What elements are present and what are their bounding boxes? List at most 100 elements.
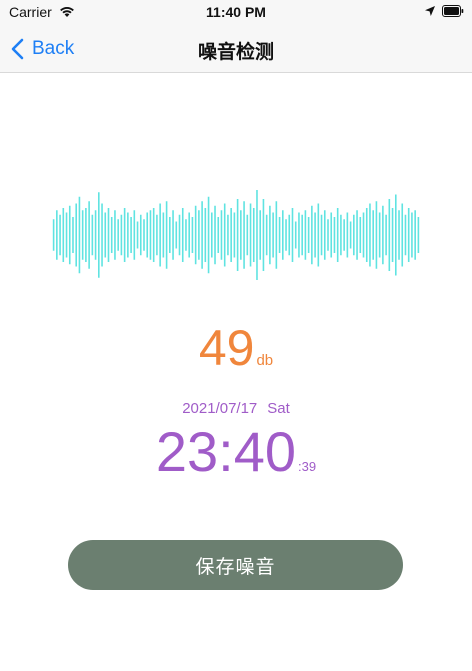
waveform-bar bbox=[249, 203, 252, 267]
waveform-bar bbox=[204, 208, 207, 262]
waveform-bar bbox=[172, 210, 174, 260]
waveform-bar bbox=[78, 196, 81, 274]
waveform-bar bbox=[301, 214, 303, 256]
waveform-bar bbox=[362, 212, 365, 258]
waveform-bar bbox=[407, 208, 410, 262]
battery-icon bbox=[442, 5, 464, 17]
waveform-bar bbox=[127, 212, 129, 258]
waveform-bar bbox=[136, 221, 139, 249]
waveform-bar bbox=[404, 214, 407, 256]
waveform-bar bbox=[162, 212, 165, 258]
waveform-bar bbox=[130, 217, 132, 253]
waveform-bar bbox=[246, 214, 249, 256]
waveform-bar bbox=[343, 219, 345, 251]
noise-unit: db bbox=[256, 352, 274, 369]
weekday-text: Sat bbox=[267, 400, 290, 417]
waveform-bar bbox=[101, 203, 103, 267]
waveform-bar bbox=[272, 212, 274, 258]
waveform-bar bbox=[165, 201, 168, 269]
waveform-bar bbox=[149, 210, 152, 260]
date-readout: 2021/07/17 Sat bbox=[0, 400, 472, 417]
waveform-bar bbox=[401, 203, 404, 267]
waveform-bar bbox=[298, 212, 300, 258]
waveform-bar bbox=[282, 210, 284, 260]
waveform-bar bbox=[117, 219, 119, 251]
waveform-bar bbox=[294, 221, 297, 249]
noise-value: 49 bbox=[198, 320, 255, 376]
waveform-bar bbox=[85, 208, 87, 262]
waveform-bar bbox=[227, 214, 229, 256]
waveform-bar bbox=[185, 219, 187, 251]
time-text: 23:40 bbox=[155, 420, 297, 483]
waveform-bar bbox=[107, 208, 110, 262]
save-noise-button[interactable]: 保存噪音 bbox=[68, 540, 403, 590]
waveform-bar bbox=[240, 210, 242, 260]
waveform-bar bbox=[259, 210, 262, 260]
waveform-bar bbox=[317, 203, 320, 267]
waveform-bar bbox=[233, 212, 236, 258]
waveform-bar bbox=[398, 210, 400, 260]
status-time: 11:40 PM bbox=[206, 4, 266, 20]
waveform-bar bbox=[265, 214, 268, 256]
waveform-bar bbox=[243, 201, 245, 269]
waveform-bar bbox=[68, 205, 71, 265]
waveform-bar bbox=[375, 201, 378, 269]
waveform-bar bbox=[210, 212, 213, 258]
location-icon bbox=[425, 6, 435, 16]
page-title: 噪音检测 bbox=[197, 42, 274, 63]
waveform-bar bbox=[252, 208, 255, 262]
waveform-bar bbox=[123, 208, 126, 262]
waveform-bar bbox=[146, 212, 149, 258]
waveform-bar bbox=[104, 212, 107, 258]
waveform-bar bbox=[120, 214, 123, 256]
waveform-bar bbox=[152, 208, 155, 262]
waveform-bar bbox=[223, 203, 226, 267]
waveform-bar bbox=[110, 217, 113, 253]
waveform-bar bbox=[388, 199, 391, 271]
waveform-bar bbox=[91, 214, 94, 256]
waveform-bar bbox=[139, 214, 142, 256]
waveform-bar bbox=[188, 212, 190, 258]
noise-level-readout: 49 db bbox=[0, 320, 472, 376]
waveform-bar bbox=[59, 214, 61, 256]
waveform-bar bbox=[214, 205, 216, 265]
waveform-bar bbox=[372, 210, 374, 260]
waveform-bar bbox=[291, 208, 294, 262]
waveform-bar bbox=[311, 205, 313, 265]
waveform-bar bbox=[320, 214, 323, 256]
waveform-bar bbox=[365, 208, 368, 262]
waveform-bar bbox=[336, 208, 339, 262]
waveform-bar bbox=[52, 219, 55, 251]
waveform-bar bbox=[333, 217, 336, 253]
waveform-bar bbox=[278, 217, 281, 253]
waveform-bar bbox=[356, 210, 358, 260]
waveform-bar bbox=[314, 212, 316, 258]
waveform-bar bbox=[414, 210, 416, 260]
waveform-bar bbox=[236, 199, 239, 271]
waveform-bar bbox=[349, 221, 352, 249]
waveform-bar bbox=[256, 190, 258, 280]
waveform-bar bbox=[56, 210, 58, 260]
waveform-bar bbox=[75, 203, 78, 267]
waveform-bar bbox=[262, 199, 265, 271]
waveform-bar bbox=[385, 214, 387, 256]
waveform-bar bbox=[288, 214, 291, 256]
waveform-bar bbox=[88, 201, 90, 269]
waveform-bar bbox=[175, 221, 178, 249]
waveform-bar bbox=[217, 217, 220, 253]
waveform-bar bbox=[191, 217, 194, 253]
waveform-bar bbox=[178, 214, 181, 256]
waveform-bar bbox=[275, 201, 278, 269]
waveform-bar bbox=[340, 214, 342, 256]
waveform-bar bbox=[269, 205, 271, 265]
date-text: 2021/07/17 bbox=[182, 400, 258, 417]
waveform-bar bbox=[359, 217, 362, 253]
waveform-bar bbox=[346, 212, 349, 258]
waveform-bar bbox=[133, 210, 136, 260]
waveform-bar bbox=[72, 217, 74, 253]
waveform-bar bbox=[417, 217, 420, 253]
noise-detection-screen: Carrier 11:40 PM Back 噪音检测 49 db 2021/07/… bbox=[0, 0, 472, 671]
waveform-bar bbox=[114, 210, 116, 260]
waveform-bar bbox=[94, 210, 97, 260]
waveform-bar bbox=[198, 210, 200, 260]
